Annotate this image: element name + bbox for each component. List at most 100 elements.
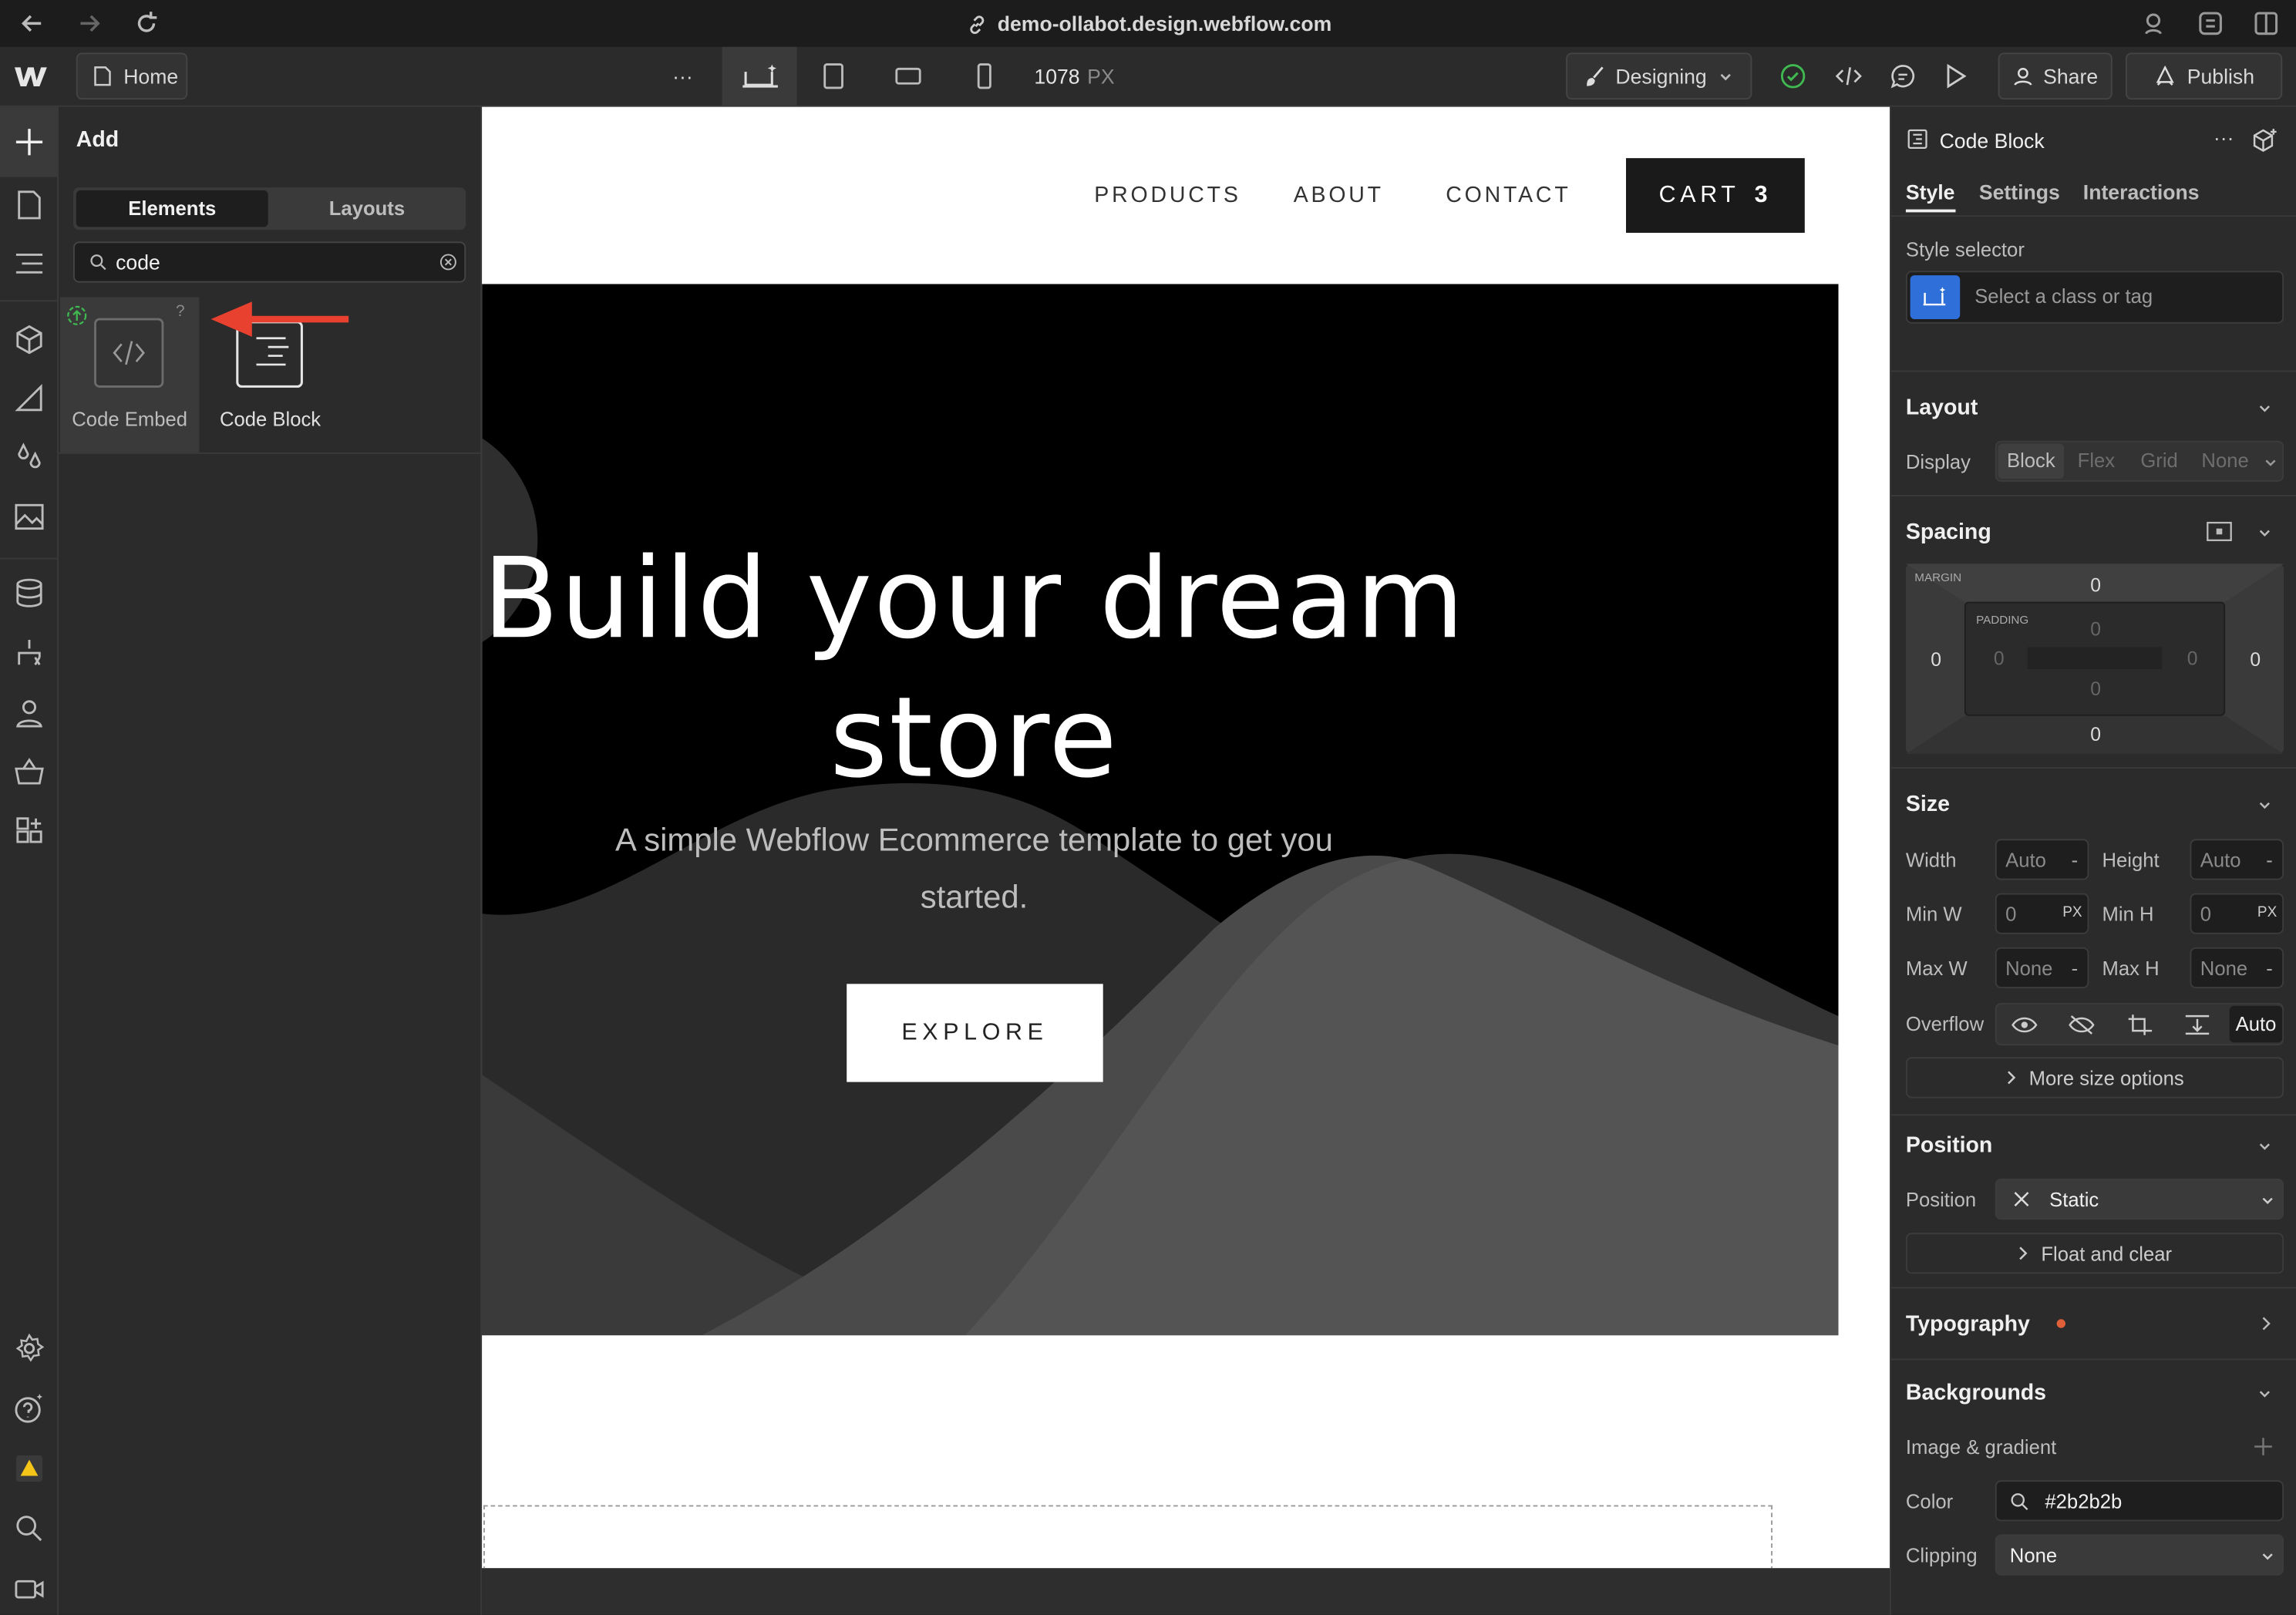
- site-page[interactable]: PRODUCTS ABOUT CONTACT CART 3 Build your…: [482, 106, 1890, 1569]
- clipping-dropdown[interactable]: None: [1995, 1534, 2284, 1576]
- style-manager-icon[interactable]: [12, 381, 47, 416]
- overflow-auto-option[interactable]: Auto: [2229, 1005, 2283, 1043]
- margin-left-value[interactable]: 0: [1931, 648, 1941, 670]
- publish-button[interactable]: Publish: [2125, 52, 2283, 100]
- apps-icon[interactable]: [12, 813, 47, 848]
- component-icon[interactable]: [2251, 127, 2277, 153]
- padding-box[interactable]: PADDING 0 0 0 0: [1964, 601, 2226, 716]
- components-icon[interactable]: [12, 322, 47, 358]
- nav-products-link[interactable]: PRODUCTS: [1094, 183, 1241, 207]
- padding-bottom-value[interactable]: 0: [2090, 678, 2101, 699]
- typography-section[interactable]: Typography: [1890, 1287, 2296, 1337]
- navigator-icon[interactable]: [12, 246, 47, 281]
- tab-style[interactable]: Style: [1906, 180, 1955, 204]
- style-selector-field[interactable]: Select a class or tag: [1905, 271, 2284, 324]
- min-width-unit[interactable]: PX: [2062, 905, 2082, 921]
- code-embed-element[interactable]: ? Code Embed: [59, 297, 200, 453]
- background-color-field[interactable]: #2b2b2b: [1995, 1480, 2284, 1522]
- video-icon[interactable]: [12, 1571, 47, 1607]
- display-grid-option[interactable]: Grid: [2130, 443, 2189, 479]
- hero-section[interactable]: Build your dream store A simple Webflow …: [482, 284, 1839, 1336]
- min-height-field[interactable]: 0 PX: [2190, 893, 2284, 934]
- code-icon[interactable]: [1831, 52, 1867, 99]
- audit-warning-icon[interactable]: [12, 1451, 47, 1486]
- max-width-field[interactable]: None -: [1995, 947, 2089, 989]
- cart-button[interactable]: CART 3: [1626, 158, 1805, 233]
- display-none-option[interactable]: None: [2196, 443, 2254, 479]
- mode-dropdown[interactable]: Designing: [1566, 52, 1752, 100]
- element-search-field[interactable]: code: [73, 241, 466, 283]
- search-icon[interactable]: [12, 1511, 47, 1546]
- tablet-breakpoint-button[interactable]: [813, 52, 854, 99]
- layout-heading[interactable]: Layout: [1906, 395, 1978, 420]
- spacing-heading[interactable]: Spacing: [1906, 520, 1991, 544]
- more-options-button[interactable]: ···: [662, 52, 703, 99]
- margin-top-value[interactable]: 0: [2090, 574, 2101, 596]
- spacing-preset-icon[interactable]: [2206, 520, 2232, 543]
- style-selector-input[interactable]: Select a class or tag: [1974, 285, 2153, 307]
- min-height-unit[interactable]: PX: [2257, 905, 2277, 921]
- overflow-hidden-icon[interactable]: [2067, 1013, 2096, 1036]
- assets-icon[interactable]: [12, 500, 47, 535]
- add-background-plus-icon[interactable]: [2254, 1438, 2272, 1455]
- chevron-down-icon[interactable]: [2257, 1387, 2272, 1401]
- page-selector[interactable]: Home: [76, 52, 188, 100]
- extensions-icon[interactable]: [2196, 8, 2225, 38]
- min-width-field[interactable]: 0 PX: [1995, 893, 2089, 934]
- profile-icon[interactable]: [2139, 8, 2168, 38]
- variables-icon[interactable]: [12, 439, 47, 475]
- margin-right-value[interactable]: 0: [2250, 648, 2261, 670]
- padding-left-value[interactable]: 0: [1994, 647, 2005, 668]
- chevron-down-icon[interactable]: [2257, 526, 2272, 540]
- element-more-button[interactable]: ···: [2214, 126, 2234, 149]
- tab-layouts[interactable]: Layouts: [271, 190, 463, 227]
- chevron-down-icon[interactable]: [2257, 401, 2272, 416]
- float-and-clear-button[interactable]: Float and clear: [1905, 1233, 2284, 1274]
- display-block-option[interactable]: Block: [1998, 443, 2065, 479]
- help-icon[interactable]: [12, 1391, 47, 1426]
- overflow-clip-icon[interactable]: [2126, 1013, 2155, 1036]
- share-button[interactable]: Share: [1998, 52, 2113, 100]
- desktop-breakpoint-button[interactable]: [722, 46, 797, 106]
- overflow-scroll-icon[interactable]: [2183, 1013, 2212, 1036]
- canvas-width-readout[interactable]: 1078 PX: [1034, 52, 1116, 99]
- tab-settings[interactable]: Settings: [1979, 180, 2060, 204]
- padding-top-value[interactable]: 0: [2090, 618, 2101, 640]
- width-unit[interactable]: -: [2072, 850, 2079, 871]
- chevron-down-icon[interactable]: [2257, 1139, 2272, 1154]
- logic-icon[interactable]: [12, 635, 47, 671]
- mobile-landscape-button[interactable]: [887, 52, 928, 99]
- more-size-options-button[interactable]: More size options: [1905, 1057, 2284, 1099]
- add-panel-button[interactable]: [0, 106, 58, 177]
- max-height-field[interactable]: None -: [2190, 947, 2284, 989]
- position-heading[interactable]: Position: [1906, 1133, 1992, 1158]
- height-unit[interactable]: -: [2266, 850, 2273, 871]
- address-bar[interactable]: demo-ollabot.design.webflow.com: [0, 0, 2296, 47]
- code-block-placeholder[interactable]: [483, 1505, 1772, 1569]
- width-field[interactable]: Auto -: [1995, 839, 2089, 880]
- pages-icon[interactable]: [12, 187, 47, 223]
- check-circle-icon[interactable]: [1776, 52, 1811, 99]
- clear-search-icon[interactable]: [439, 254, 457, 271]
- mobile-portrait-button[interactable]: [964, 52, 1005, 99]
- max-width-unit[interactable]: -: [2072, 957, 2079, 979]
- margin-bottom-value[interactable]: 0: [2090, 723, 2101, 745]
- backgrounds-heading[interactable]: Backgrounds: [1906, 1381, 2046, 1405]
- padding-right-value[interactable]: 0: [2187, 647, 2198, 668]
- typography-heading[interactable]: Typography: [1906, 1312, 2030, 1337]
- webflow-logo-icon[interactable]: [12, 52, 49, 99]
- margin-box[interactable]: MARGIN 0 0 0 0 PADDING 0 0 0 0: [1905, 564, 2284, 755]
- nav-about-link[interactable]: ABOUT: [1294, 183, 1384, 207]
- cms-icon[interactable]: [12, 575, 47, 611]
- ecommerce-icon[interactable]: [12, 754, 47, 789]
- tab-elements[interactable]: Elements: [76, 190, 268, 227]
- size-heading[interactable]: Size: [1906, 792, 1950, 817]
- explore-button[interactable]: EXPLORE: [847, 984, 1103, 1082]
- comment-icon[interactable]: [1885, 52, 1921, 99]
- help-badge[interactable]: ?: [176, 303, 185, 321]
- settings-icon[interactable]: [12, 1331, 47, 1366]
- overflow-visible-icon[interactable]: [2010, 1013, 2039, 1036]
- nav-contact-link[interactable]: CONTACT: [1446, 183, 1571, 207]
- display-flex-option[interactable]: Flex: [2067, 443, 2126, 479]
- tab-interactions[interactable]: Interactions: [2083, 180, 2200, 204]
